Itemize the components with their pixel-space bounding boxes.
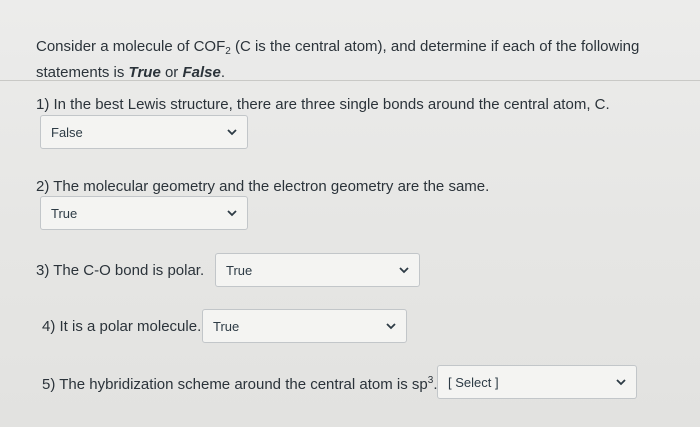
chevron-down-icon <box>227 127 237 137</box>
question-5-text: 5) The hybridization scheme around the c… <box>42 375 438 393</box>
question-intro: Consider a molecule of COF2 (C is the ce… <box>36 36 666 83</box>
question-1-text: 1) In the best Lewis structure, there ar… <box>36 96 610 113</box>
question-4-selected-value: True <box>213 318 240 334</box>
chevron-down-icon <box>616 377 626 387</box>
question-1-selected-value: False <box>51 124 83 140</box>
question-4-select[interactable]: True <box>202 309 407 343</box>
question-3-select[interactable]: True <box>215 253 420 287</box>
question-5-selected-value: [ Select ] <box>448 374 499 390</box>
question-5-text-prefix: 5) The hybridization scheme around the c… <box>42 376 428 393</box>
divider <box>0 80 700 81</box>
question-5-select[interactable]: [ Select ] <box>437 365 637 399</box>
intro-end: . <box>220 64 225 81</box>
question-2-text: 2) The molecular geometry and the electr… <box>36 178 490 195</box>
question-2-selected-value: True <box>51 205 78 221</box>
question-3-text: 3) The C-O bond is polar. <box>36 262 205 279</box>
quiz-screen: Consider a molecule of COF2 (C is the ce… <box>0 0 700 427</box>
chevron-down-icon <box>227 208 237 218</box>
intro-true-word: True <box>128 64 161 81</box>
question-4-text: 4) It is a polar molecule. <box>42 318 202 335</box>
intro-text: Consider a molecule of COF <box>36 38 226 55</box>
question-3-selected-value: True <box>226 262 253 278</box>
chevron-down-icon <box>399 265 409 275</box>
chevron-down-icon <box>386 321 396 331</box>
intro-or-word: or <box>160 64 183 81</box>
question-1-select[interactable]: False <box>40 115 248 149</box>
intro-false-word: False <box>182 64 221 81</box>
question-2-select[interactable]: True <box>40 196 248 230</box>
